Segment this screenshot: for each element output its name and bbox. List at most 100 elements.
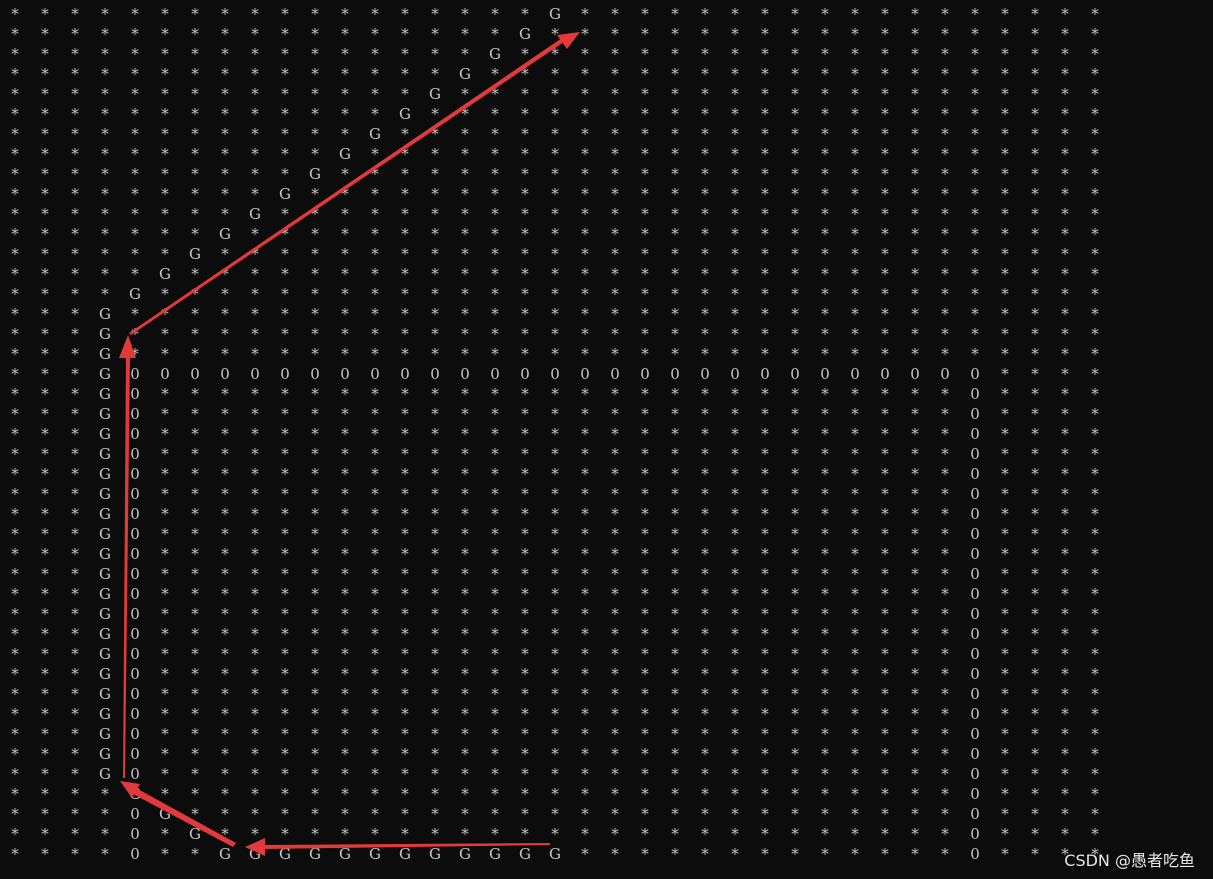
grid-cell: * bbox=[761, 745, 769, 763]
grid-cell: * bbox=[971, 185, 979, 203]
grid-cell: * bbox=[821, 685, 829, 703]
grid-cell: * bbox=[641, 725, 649, 743]
grid-cell: * bbox=[941, 465, 949, 483]
grid-cell: * bbox=[671, 5, 679, 23]
grid-cell: * bbox=[581, 525, 589, 543]
grid-cell: * bbox=[611, 765, 619, 783]
grid-cell: * bbox=[311, 625, 319, 643]
grid-cell: * bbox=[701, 825, 709, 843]
grid-cell: * bbox=[251, 605, 259, 623]
grid-cell: * bbox=[581, 745, 589, 763]
grid-cell: * bbox=[521, 85, 529, 103]
grid-cell: * bbox=[641, 205, 649, 223]
grid-cell: * bbox=[581, 325, 589, 343]
grid-cell: * bbox=[851, 265, 859, 283]
grid-cell: * bbox=[911, 805, 919, 823]
grid-cell: * bbox=[1001, 25, 1009, 43]
path-cell: G bbox=[99, 505, 111, 523]
grid-cell: * bbox=[1031, 725, 1039, 743]
grid-cell: * bbox=[521, 205, 529, 223]
grid-cell: * bbox=[461, 685, 469, 703]
grid-cell: * bbox=[1001, 285, 1009, 303]
grid-cell: * bbox=[551, 85, 559, 103]
grid-cell: * bbox=[191, 745, 199, 763]
wall-cell: 0 bbox=[970, 725, 980, 743]
grid-cell: * bbox=[821, 725, 829, 743]
grid-cell: * bbox=[971, 245, 979, 263]
grid-cell: * bbox=[791, 665, 799, 683]
wall-cell: 0 bbox=[970, 685, 980, 703]
grid-cell: * bbox=[161, 685, 169, 703]
grid-cell: * bbox=[401, 205, 409, 223]
wall-cell: 0 bbox=[340, 365, 350, 383]
grid-cell: * bbox=[71, 165, 79, 183]
grid-cell: * bbox=[611, 585, 619, 603]
grid-cell: * bbox=[701, 145, 709, 163]
grid-cell: * bbox=[641, 405, 649, 423]
grid-cell: * bbox=[761, 65, 769, 83]
grid-cell: * bbox=[1061, 665, 1069, 683]
grid-cell: * bbox=[521, 5, 529, 23]
grid-cell: * bbox=[341, 685, 349, 703]
grid-cell: * bbox=[41, 745, 49, 763]
grid-cell: * bbox=[941, 45, 949, 63]
grid-cell: * bbox=[1091, 765, 1099, 783]
grid-cell: * bbox=[281, 165, 289, 183]
grid-cell: * bbox=[1091, 325, 1099, 343]
grid-cell: * bbox=[431, 185, 439, 203]
grid-cell: * bbox=[131, 145, 139, 163]
grid-cell: * bbox=[1001, 545, 1009, 563]
grid-cell: * bbox=[161, 785, 169, 803]
grid-cell: * bbox=[611, 205, 619, 223]
wall-cell: 0 bbox=[970, 505, 980, 523]
grid-cell: * bbox=[1091, 405, 1099, 423]
grid-cell: * bbox=[461, 425, 469, 443]
grid-cell: * bbox=[281, 825, 289, 843]
wall-cell: 0 bbox=[790, 365, 800, 383]
grid-cell: * bbox=[491, 345, 499, 363]
grid-cell: * bbox=[281, 305, 289, 323]
grid-cell: * bbox=[11, 25, 19, 43]
grid-cell: * bbox=[461, 165, 469, 183]
grid-cell: * bbox=[161, 105, 169, 123]
grid-cell: * bbox=[41, 505, 49, 523]
grid-cell: * bbox=[71, 245, 79, 263]
grid-cell: * bbox=[461, 385, 469, 403]
path-cell: G bbox=[399, 845, 411, 863]
wall-cell: 0 bbox=[130, 705, 140, 723]
grid-cell: * bbox=[281, 245, 289, 263]
grid-cell: * bbox=[851, 585, 859, 603]
grid-cell: * bbox=[671, 265, 679, 283]
path-cell: G bbox=[339, 145, 351, 163]
grid-cell: * bbox=[311, 425, 319, 443]
grid-cell: * bbox=[221, 265, 229, 283]
grid-cell: * bbox=[731, 225, 739, 243]
wall-cell: 0 bbox=[910, 365, 920, 383]
grid-cell: * bbox=[911, 5, 919, 23]
grid-cell: * bbox=[311, 665, 319, 683]
grid-cell: * bbox=[401, 585, 409, 603]
grid-cell: * bbox=[881, 745, 889, 763]
grid-cell: * bbox=[461, 145, 469, 163]
path-cell: G bbox=[99, 605, 111, 623]
grid-cell: * bbox=[401, 65, 409, 83]
grid-cell: * bbox=[551, 445, 559, 463]
grid-cell: * bbox=[11, 725, 19, 743]
grid-cell: * bbox=[641, 325, 649, 343]
grid-cell: * bbox=[791, 245, 799, 263]
grid-cell: * bbox=[731, 345, 739, 363]
grid-cell: * bbox=[251, 405, 259, 423]
grid-cell: * bbox=[731, 65, 739, 83]
grid-cell: * bbox=[581, 65, 589, 83]
grid-cell: * bbox=[311, 225, 319, 243]
grid-cell: * bbox=[311, 745, 319, 763]
grid-cell: * bbox=[11, 685, 19, 703]
grid-cell: * bbox=[641, 825, 649, 843]
grid-cell: * bbox=[761, 705, 769, 723]
grid-cell: * bbox=[551, 145, 559, 163]
grid-cell: * bbox=[401, 425, 409, 443]
grid-cell: * bbox=[731, 545, 739, 563]
grid-cell: * bbox=[221, 345, 229, 363]
grid-cell: * bbox=[1091, 665, 1099, 683]
grid-cell: * bbox=[341, 245, 349, 263]
